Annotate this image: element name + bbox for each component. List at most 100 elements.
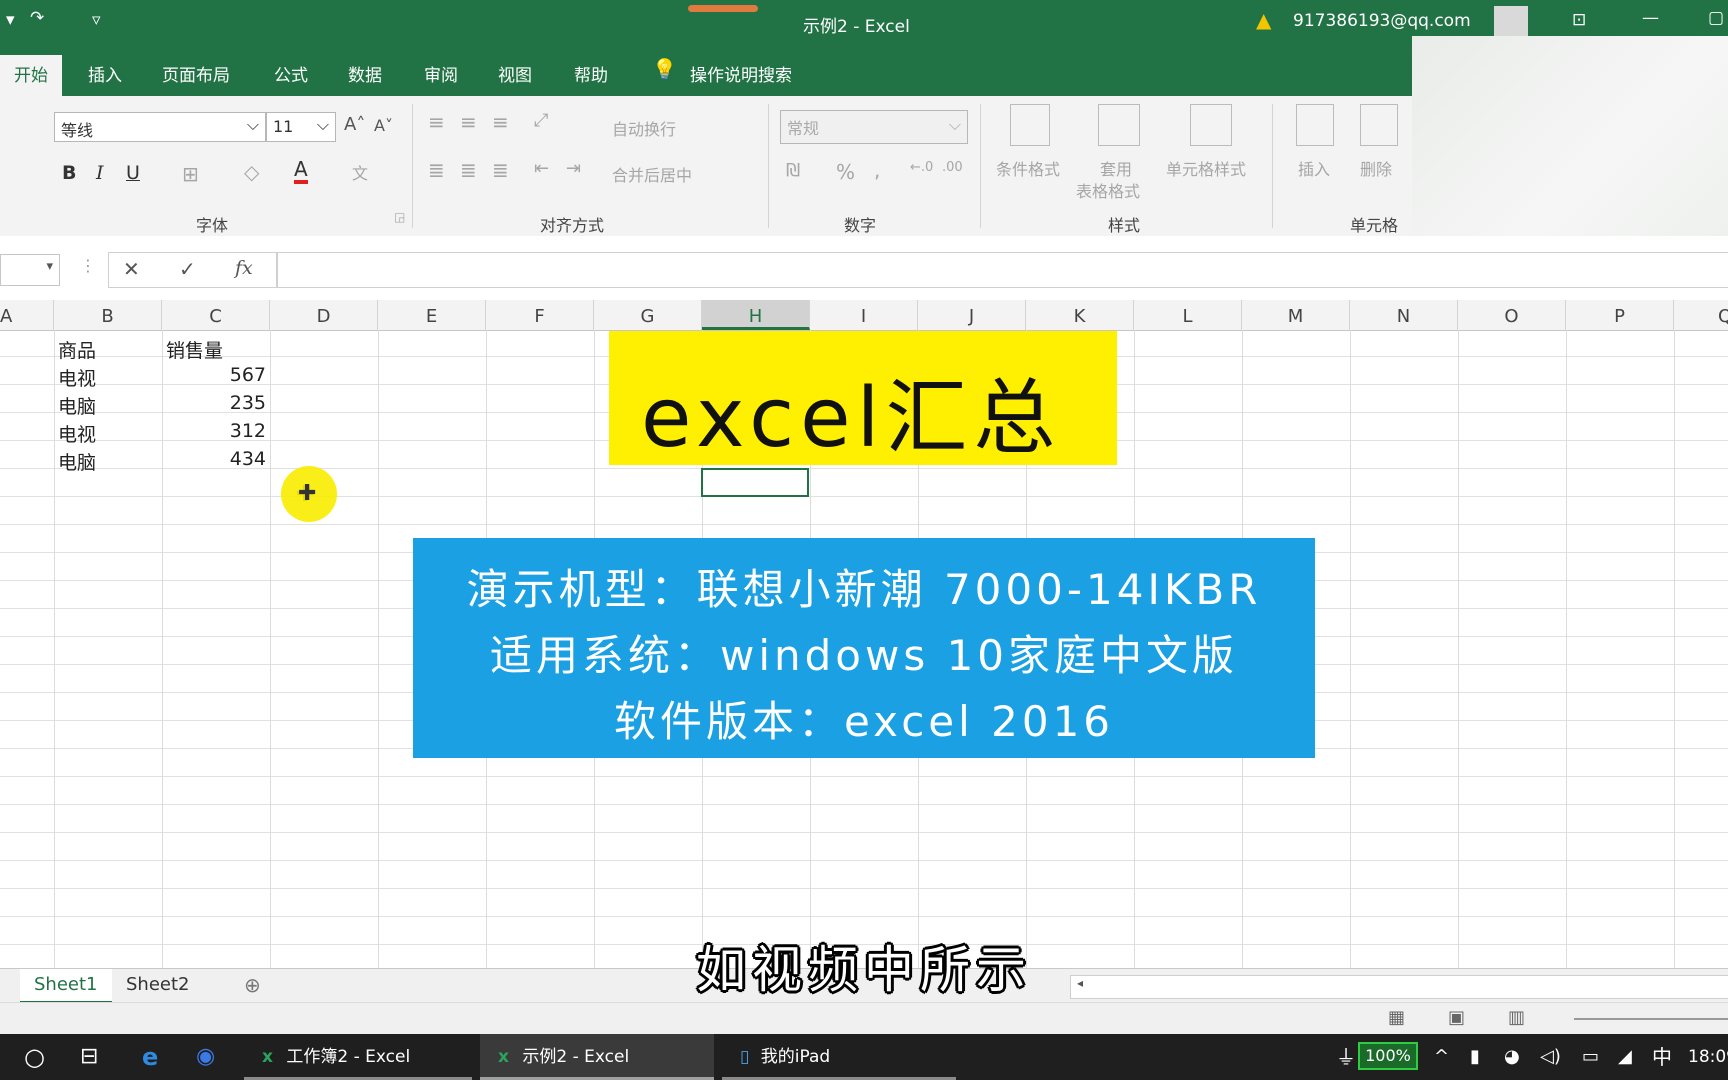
table-cell-qty[interactable]: 567 [176,364,266,386]
increase-indent-icon[interactable]: ⇥ [566,158,581,179]
maximize-icon[interactable]: ▢ [1708,8,1724,28]
customize-qat-icon[interactable]: ▿ [92,10,101,30]
tab-review[interactable]: 审阅 [424,61,458,86]
column-header-d[interactable]: D [270,300,378,330]
comma-style-icon[interactable]: , [874,158,880,182]
taskbar-item-ipad[interactable]: ▯ 我的iPad [722,1034,956,1080]
orientation-icon[interactable]: ⤢ [534,110,548,131]
align-bottom-icon[interactable]: ≡ [492,110,509,134]
taskbar-item-example2[interactable]: x 示例2 - Excel [480,1034,714,1080]
account-email[interactable]: 917386193@qq.com [1293,11,1471,31]
decrease-decimal-icon[interactable]: .00 [942,160,963,175]
active-cell[interactable] [701,468,809,497]
font-name-select[interactable]: 等线 ⌵ [54,112,266,142]
task-view-icon[interactable]: ⊟ [80,1034,98,1080]
align-center-icon[interactable]: ≣ [460,158,477,182]
chevron-up-icon[interactable]: ^ [1434,1034,1449,1080]
column-header-j[interactable]: J [918,300,1026,330]
merge-center-button[interactable]: 合并后居中 [612,162,692,186]
column-header-n[interactable]: N [1350,300,1458,330]
battery-indicator[interactable]: 100% [1358,1042,1418,1070]
italic-button[interactable]: I [96,162,104,184]
column-header-l[interactable]: L [1134,300,1242,330]
enter-button[interactable]: ✓ [179,257,196,281]
quick-access-icon[interactable]: ▾ [6,10,15,30]
column-header-i[interactable]: I [810,300,918,330]
align-middle-icon[interactable]: ≡ [460,110,477,134]
column-header-k[interactable]: K [1026,300,1134,330]
table-cell-qty[interactable]: 312 [176,420,266,442]
avatar[interactable] [1494,6,1528,40]
minimize-icon[interactable]: — [1642,8,1659,28]
tab-home[interactable]: 开始 [0,55,62,96]
grow-font-button[interactable]: A˄ [344,114,365,135]
ribbon-display-icon[interactable]: ⊡ [1572,10,1586,30]
drag-handle-icon[interactable]: ⋮ [80,256,96,275]
border-icon[interactable]: ⊞ [182,162,199,186]
column-header-e[interactable]: E [378,300,486,330]
conditional-format-button[interactable]: 条件格式 [996,156,1060,180]
tab-insert[interactable]: 插入 [88,61,122,86]
phonetic-icon[interactable]: 文 [352,160,368,184]
tab-help[interactable]: 帮助 [574,61,608,86]
header-cell-qty[interactable]: 销售量 [166,336,223,363]
edge-icon[interactable]: e [142,1034,158,1080]
align-right-icon[interactable]: ≣ [492,158,509,182]
format-as-table-button[interactable]: 套用 [1100,156,1132,180]
battery-icon[interactable]: ▭ [1582,1034,1599,1080]
column-header-m[interactable]: M [1242,300,1350,330]
increase-decimal-icon[interactable]: ←.0 [910,160,933,175]
wrap-text-button[interactable]: 自动换行 [612,116,676,140]
normal-view-icon[interactable]: ▦ [1388,1007,1405,1028]
table-cell-item[interactable]: 电视 [58,420,96,447]
search-circle-icon[interactable]: ○ [24,1034,45,1080]
column-header-b[interactable]: B [54,300,162,330]
insert-function-button[interactable]: fx [235,257,253,279]
font-size-select[interactable]: 11 ⌵ [266,112,336,142]
delete-cells-button[interactable]: 删除 [1360,156,1392,180]
column-header-a[interactable]: A [0,300,54,330]
align-left-icon[interactable]: ≣ [428,158,445,182]
ime-indicator[interactable]: 中 [1652,1034,1672,1080]
font-color-icon[interactable]: A [294,158,308,184]
cell-styles-button[interactable]: 单元格样式 [1166,156,1246,180]
dialog-launcher-icon[interactable]: ◲ [394,210,405,224]
app-icon[interactable]: ◉ [196,1034,215,1080]
qq-icon[interactable]: ◕ [1504,1034,1520,1080]
volume-icon[interactable]: ◁) [1540,1034,1561,1080]
column-header-h[interactable]: H [702,300,810,330]
bold-button[interactable]: B [62,162,76,184]
table-cell-item[interactable]: 电脑 [58,392,96,419]
tab-view[interactable]: 视图 [498,61,532,86]
clock[interactable]: 18:09 [1688,1034,1728,1080]
table-cell-item[interactable]: 电视 [58,364,96,391]
page-break-view-icon[interactable]: ▥ [1508,1007,1525,1028]
zoom-slider[interactable] [1574,1018,1728,1020]
redo-icon[interactable]: ↷ [30,8,44,28]
column-header-o[interactable]: O [1458,300,1566,330]
table-cell-qty[interactable]: 235 [176,392,266,414]
table-cell-item[interactable]: 电脑 [58,448,96,475]
formula-input[interactable] [276,252,1728,288]
microphone-icon[interactable]: ▮ [1470,1034,1480,1080]
column-header-g[interactable]: G [594,300,702,330]
cancel-button[interactable]: ✕ [123,257,140,281]
fill-color-icon[interactable]: ◇ [244,160,259,184]
tab-page-layout[interactable]: 页面布局 [162,61,230,86]
tab-data[interactable]: 数据 [348,61,382,86]
accounting-format-icon[interactable]: ₪ [786,160,800,181]
percent-icon[interactable]: % [836,160,855,184]
column-header-c[interactable]: C [162,300,270,330]
decrease-indent-icon[interactable]: ⇤ [534,158,549,179]
page-layout-view-icon[interactable]: ▣ [1448,1007,1465,1028]
table-cell-qty[interactable]: 434 [176,448,266,470]
number-format-select[interactable]: 常规 ⌵ [780,110,968,144]
insert-cells-button[interactable]: 插入 [1298,156,1330,180]
underline-button[interactable]: U [126,162,140,184]
column-header-p[interactable]: P [1566,300,1674,330]
tab-formulas[interactable]: 公式 [274,61,308,86]
align-top-icon[interactable]: ≡ [428,110,445,134]
taskbar-item-workbook2[interactable]: x 工作簿2 - Excel [244,1034,472,1080]
name-box[interactable]: ▾ [0,254,60,286]
header-cell-item[interactable]: 商品 [58,336,96,363]
